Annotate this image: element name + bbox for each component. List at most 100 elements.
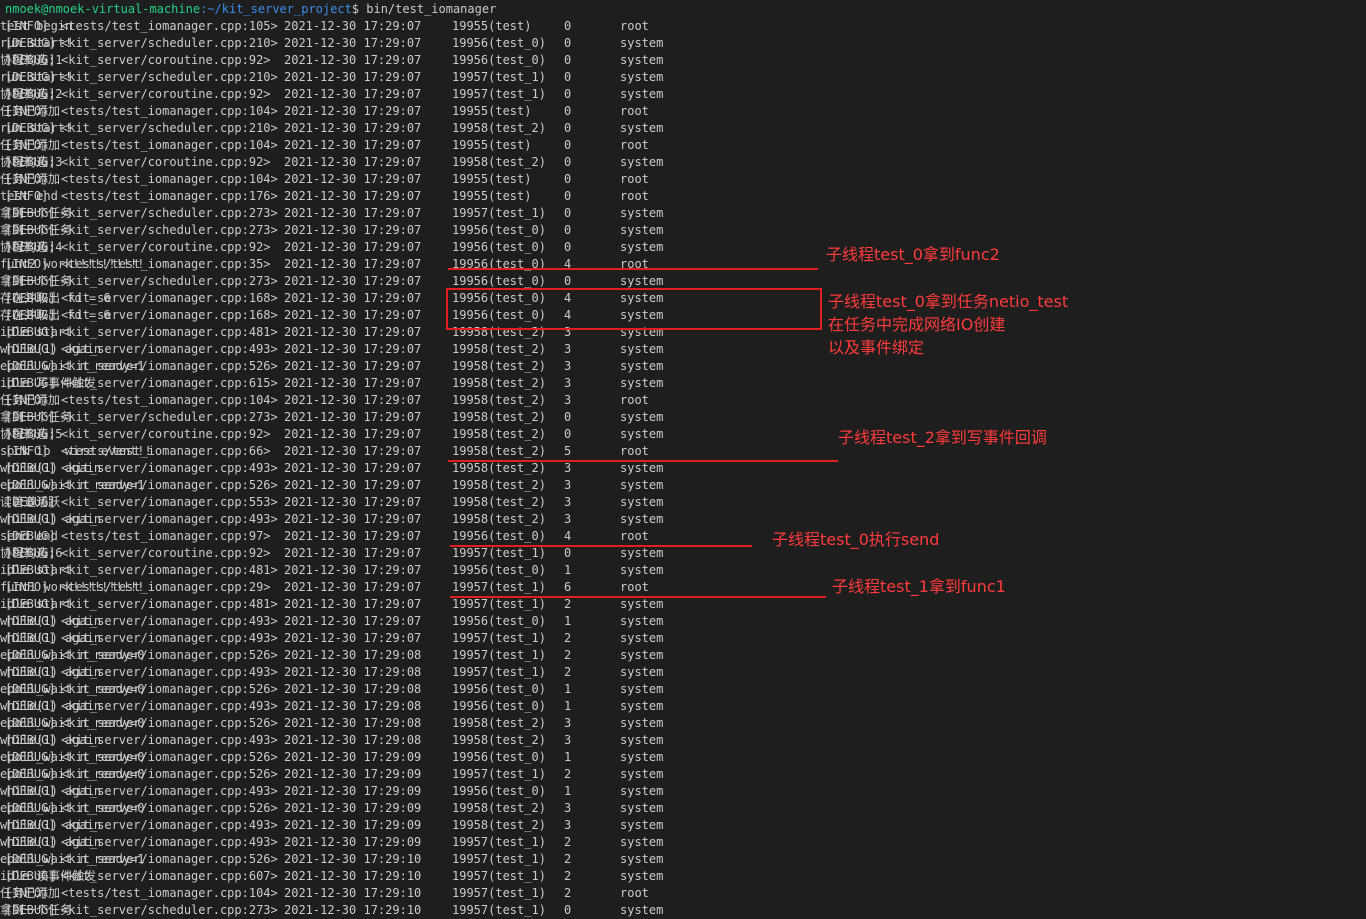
log-message: 任务已添加 bbox=[0, 886, 61, 900]
log-logger: system bbox=[620, 461, 664, 475]
log-time: 2021-12-30 17:29:07 bbox=[284, 36, 422, 50]
log-thread: 19957(test_1) bbox=[452, 206, 546, 220]
log-logger: system bbox=[620, 903, 664, 917]
log-time: 2021-12-30 17:29:08 bbox=[284, 733, 422, 747]
log-time: 2021-12-30 17:29:08 bbox=[284, 648, 422, 662]
log-thread: 19958(test_2) bbox=[452, 818, 546, 832]
log-thread: 19956(test_0) bbox=[452, 699, 546, 713]
log-time: 2021-12-30 17:29:07 bbox=[284, 87, 422, 101]
log-message: while(1) again bbox=[0, 512, 102, 526]
annotation-underline-func1 bbox=[450, 596, 826, 598]
log-logger: system bbox=[620, 750, 664, 764]
log-message: sock io wire event!! bbox=[0, 444, 152, 458]
log-logger: root bbox=[620, 104, 649, 118]
log-logger: root bbox=[620, 172, 649, 186]
log-logger: system bbox=[620, 784, 664, 798]
log-thread: 19957(test_1) bbox=[452, 835, 546, 849]
log-time: 2021-12-30 17:29:07 bbox=[284, 359, 422, 373]
log-fiber: 3 bbox=[564, 733, 572, 747]
log-logger: system bbox=[620, 121, 664, 135]
log-fiber: 3 bbox=[564, 512, 572, 526]
log-fiber: 0 bbox=[564, 36, 572, 50]
log-message: func2 work!!!!!!!!!! bbox=[0, 257, 145, 271]
log-message: epoll_wait n_ready=1 bbox=[0, 359, 145, 373]
log-fiber: 2 bbox=[564, 869, 572, 883]
log-logger: system bbox=[620, 597, 664, 611]
log-message: 任务已添加 bbox=[0, 138, 61, 152]
log-time: 2021-12-30 17:29:09 bbox=[284, 801, 422, 815]
log-source: <kit_server/scheduler.cpp:273> bbox=[61, 274, 278, 288]
log-logger: system bbox=[620, 631, 664, 645]
log-fiber: 0 bbox=[564, 87, 572, 101]
log-logger: system bbox=[620, 852, 664, 866]
log-logger: system bbox=[620, 53, 664, 67]
log-logger: system bbox=[620, 614, 664, 628]
log-fiber: 0 bbox=[564, 70, 572, 84]
log-thread: 19957(test_1) bbox=[452, 70, 546, 84]
log-thread: 19958(test_2) bbox=[452, 733, 546, 747]
log-time: 2021-12-30 17:29:07 bbox=[284, 257, 422, 271]
log-message: test begin bbox=[0, 19, 73, 33]
log-thread: 19957(test_1) bbox=[452, 546, 546, 560]
log-time: 2021-12-30 17:29:09 bbox=[284, 767, 422, 781]
log-fiber: 2 bbox=[564, 886, 572, 900]
log-fiber: 0 bbox=[564, 138, 572, 152]
log-thread: 19957(test_1) bbox=[452, 648, 546, 662]
log-message: while(1) again bbox=[0, 699, 102, 713]
log-thread: 19958(test_2) bbox=[452, 461, 546, 475]
log-thread: 19956(test_0) bbox=[452, 36, 546, 50]
log-thread: 19956(test_0) bbox=[452, 257, 546, 271]
log-logger: root bbox=[620, 444, 649, 458]
annotation-box-fd bbox=[446, 288, 822, 330]
log-fiber: 3 bbox=[564, 342, 572, 356]
log-logger: system bbox=[620, 155, 664, 169]
log-thread: 19958(test_2) bbox=[452, 444, 546, 458]
log-message: while(1) again bbox=[0, 342, 102, 356]
log-fiber: 0 bbox=[564, 189, 572, 203]
log-fiber: 2 bbox=[564, 852, 572, 866]
log-message: epoll_wait n_ready=0 bbox=[0, 767, 145, 781]
log-thread: 19957(test_1) bbox=[452, 852, 546, 866]
log-fiber: 3 bbox=[564, 818, 572, 832]
log-message: epoll_wait n_ready=0 bbox=[0, 750, 145, 764]
log-time: 2021-12-30 17:29:07 bbox=[284, 478, 422, 492]
log-message: while(1) again bbox=[0, 461, 102, 475]
log-logger: root bbox=[620, 257, 649, 271]
annotation-netio-line2: 在任务中完成网络IO创建 bbox=[828, 315, 1006, 334]
log-logger: system bbox=[620, 699, 664, 713]
annotation-underline-write bbox=[448, 460, 838, 462]
log-logger: system bbox=[620, 648, 664, 662]
log-source: <kit_server/scheduler.cpp:210> bbox=[61, 36, 278, 50]
log-thread: 19958(test_2) bbox=[452, 512, 546, 526]
log-time: 2021-12-30 17:29:07 bbox=[284, 631, 422, 645]
log-thread: 19955(test) bbox=[452, 104, 532, 118]
log-thread: 19958(test_2) bbox=[452, 376, 546, 390]
log-source: <tests/test_iomanager.cpp:104> bbox=[61, 104, 278, 118]
log-logger: system bbox=[620, 512, 664, 526]
log-fiber: 0 bbox=[564, 410, 572, 424]
log-thread: 19956(test_0) bbox=[452, 682, 546, 696]
log-message: 协程构造:1 bbox=[0, 53, 63, 67]
log-message: while(1) again bbox=[0, 835, 102, 849]
log-fiber: 0 bbox=[564, 121, 572, 135]
log-message: 拿到一个任务 bbox=[0, 206, 73, 220]
log-fiber: 0 bbox=[564, 223, 572, 237]
log-fiber: 2 bbox=[564, 648, 572, 662]
log-fiber: 0 bbox=[564, 53, 572, 67]
log-time: 2021-12-30 17:29:07 bbox=[284, 19, 422, 33]
log-logger: root bbox=[620, 19, 649, 33]
log-source: <kit_server/coroutine.cpp:92> bbox=[61, 546, 271, 560]
log-logger: system bbox=[620, 665, 664, 679]
log-fiber: 0 bbox=[564, 240, 572, 254]
log-thread: 19955(test) bbox=[452, 189, 532, 203]
log-fiber: 0 bbox=[564, 903, 572, 917]
log-time: 2021-12-30 17:29:08 bbox=[284, 682, 422, 696]
prompt-command: $ bin/test_iomanager bbox=[351, 2, 497, 16]
log-time: 2021-12-30 17:29:07 bbox=[284, 597, 422, 611]
log-logger: root bbox=[620, 189, 649, 203]
log-message: while(1) again bbox=[0, 784, 102, 798]
log-thread: 19956(test_0) bbox=[452, 784, 546, 798]
log-fiber: 0 bbox=[564, 206, 572, 220]
log-message: epoll_wait n_ready=1 bbox=[0, 478, 145, 492]
log-thread: 19958(test_2) bbox=[452, 716, 546, 730]
